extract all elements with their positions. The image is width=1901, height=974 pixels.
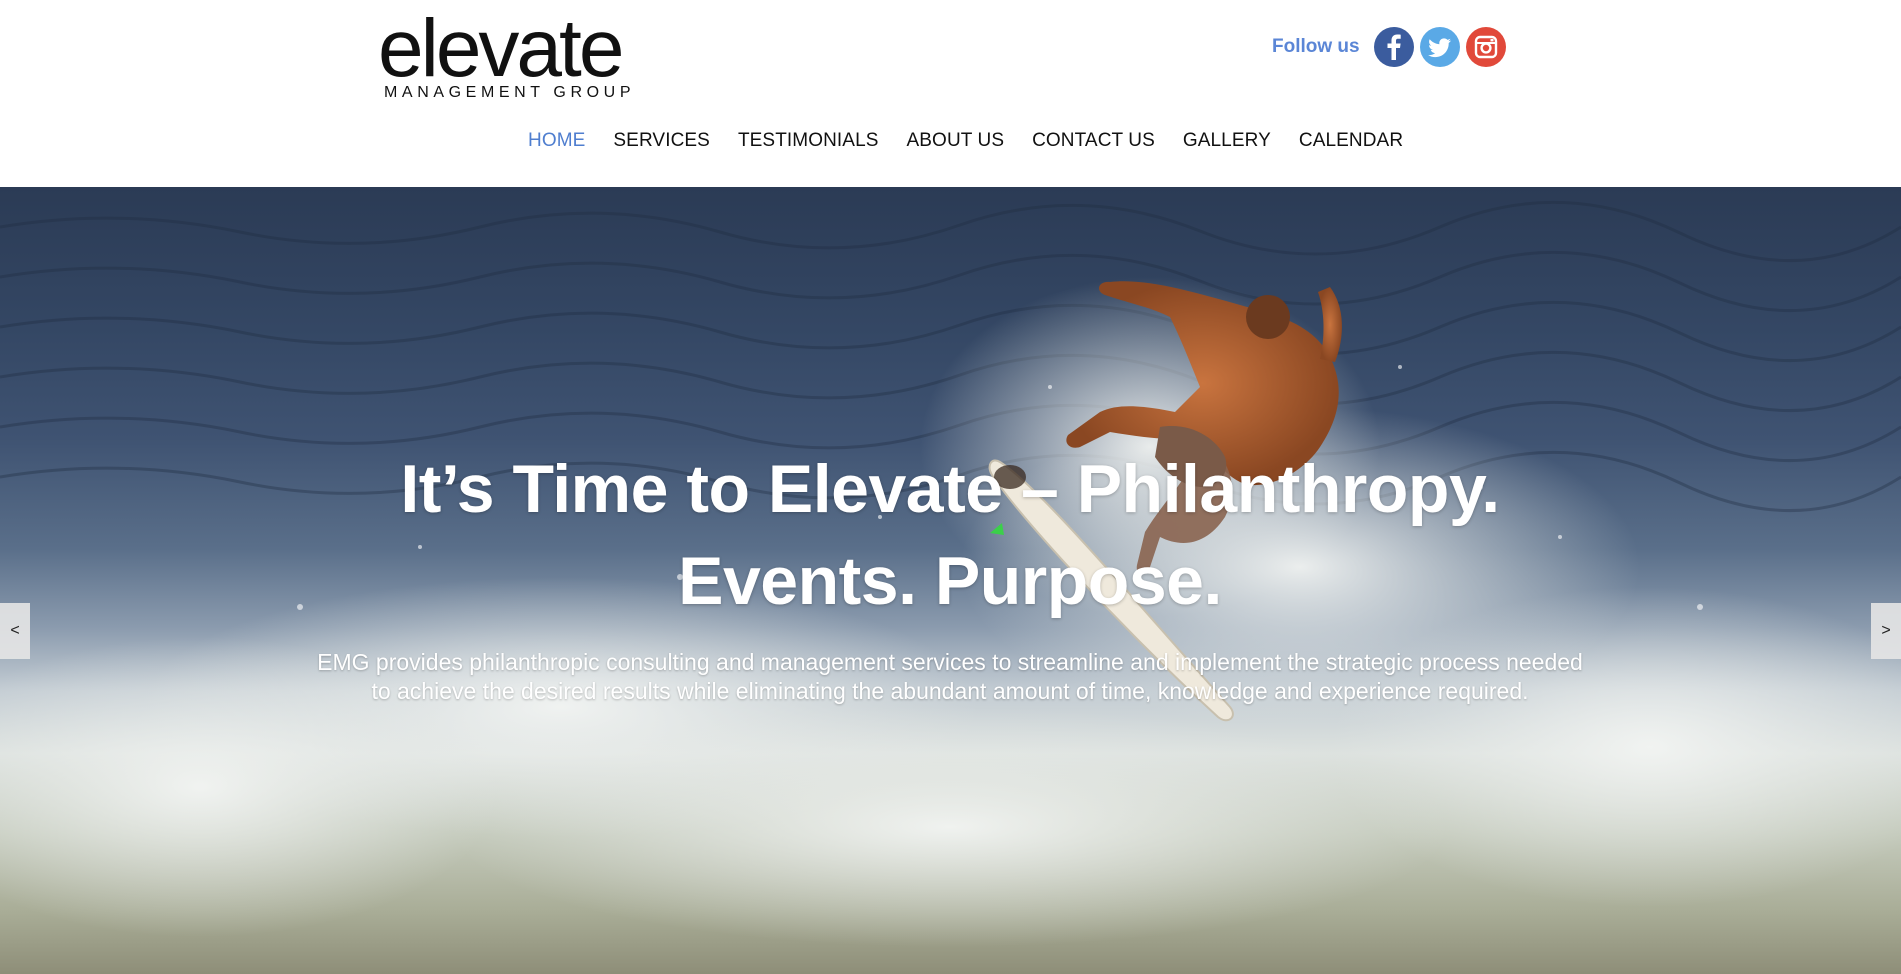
hero-title: It’s Time to Elevate – Philanthropy. Eve… xyxy=(400,450,1500,619)
nav-item-services[interactable]: SERVICES xyxy=(613,130,710,152)
facebook-icon[interactable] xyxy=(1373,27,1414,67)
nav-item-calendar[interactable]: CALENDAR xyxy=(1299,130,1403,152)
hero-slider: It’s Time to Elevate – Philanthropy. Eve… xyxy=(0,187,1901,974)
logo-subtitle: MANAGEMENT GROUP xyxy=(384,84,636,101)
hero-description: EMG provides philanthropic consulting an… xyxy=(317,649,1583,704)
follow-us-label: Follow us xyxy=(1272,36,1360,57)
nav-item-about-us[interactable]: ABOUT US xyxy=(907,130,1005,152)
social-links: Follow us xyxy=(1272,24,1506,70)
nav-item-testimonials[interactable]: TESTIMONIALS xyxy=(738,130,879,152)
instagram-icon[interactable] xyxy=(1465,27,1506,67)
slider-prev-button[interactable]: < xyxy=(0,603,30,659)
twitter-icon[interactable] xyxy=(1419,27,1460,67)
nav-item-gallery[interactable]: GALLERY xyxy=(1183,130,1271,152)
logo[interactable]: elevate MANAGEMENT GROUP xyxy=(378,8,640,104)
logo-wordmark: elevate xyxy=(378,3,624,94)
site-header: elevate MANAGEMENT GROUP Follow us HOME xyxy=(0,0,1901,187)
slider-next-button[interactable]: > xyxy=(1871,603,1901,659)
nav-item-contact-us[interactable]: CONTACT US xyxy=(1032,130,1155,152)
nav-item-home[interactable]: HOME xyxy=(528,130,585,152)
